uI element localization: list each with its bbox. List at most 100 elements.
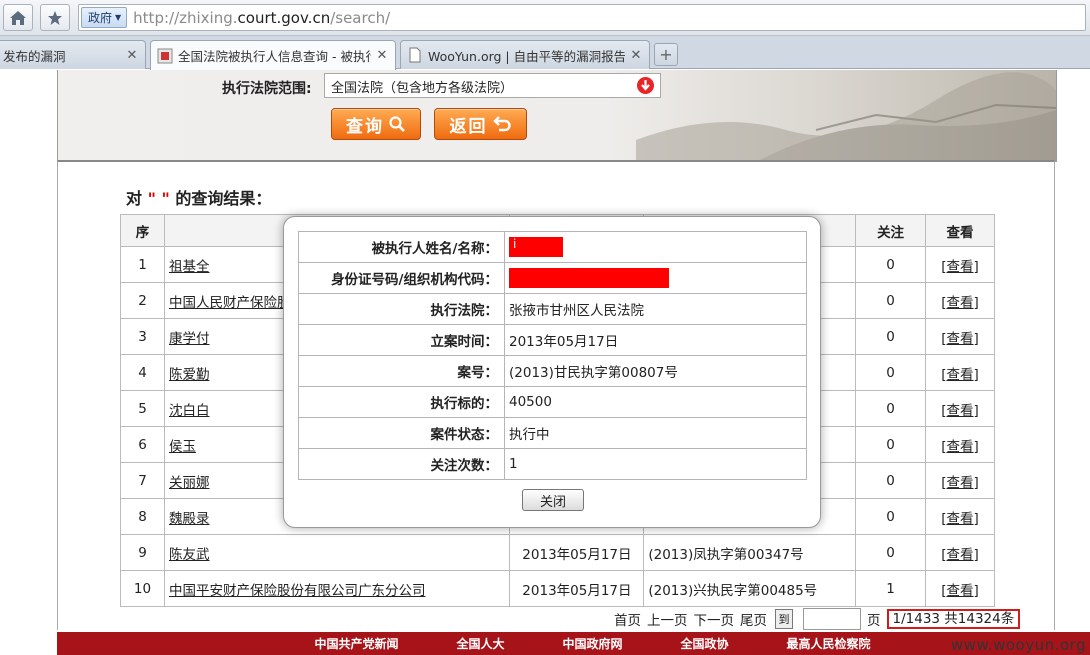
close-icon[interactable]: ✕ xyxy=(629,48,643,63)
close-icon[interactable]: ✕ xyxy=(125,48,139,63)
header-seq: 序 xyxy=(120,214,165,247)
cell-name: 陈友武 xyxy=(163,534,511,571)
great-wall-banner-image xyxy=(636,72,1056,162)
detail-key: 立案时间： xyxy=(298,324,505,356)
footer-link[interactable]: 中国政府网 xyxy=(524,635,622,652)
browser-toolbar: 政府 ▼ http://zhixing.court.gov.cn/search/ xyxy=(0,0,1090,36)
court-scope-select[interactable]: 全国法院（包含地方各级法院） xyxy=(324,73,661,98)
name-link[interactable]: 沈白白 xyxy=(169,403,210,419)
tab-court-search[interactable]: 全国法院被执行人信息查询 - 被执行人 ✕ xyxy=(150,40,396,70)
footer-link[interactable]: 全国人大 xyxy=(418,635,504,652)
url-prefix: http://zhixing. xyxy=(133,8,238,27)
redacted-value: i xyxy=(509,237,563,257)
results-heading-prefix: 对 xyxy=(126,189,143,208)
cell-seq: 8 xyxy=(120,498,165,535)
detail-row: 关注次数： 1 xyxy=(298,448,807,480)
close-dialog-button[interactable]: 关闭 xyxy=(522,489,584,511)
cell-follow: 0 xyxy=(855,282,927,319)
view-link[interactable]: [查看] xyxy=(941,511,979,527)
name-link[interactable]: 陈爱勤 xyxy=(169,367,210,383)
cell-seq: 1 xyxy=(120,246,165,283)
name-link[interactable]: 中国人民财产保险股 xyxy=(169,295,291,311)
court-scope-value: 全国法院（包含地方各级法院） xyxy=(331,81,514,96)
detail-value: 2013年05月17日 xyxy=(504,324,807,356)
detail-key: 执行法院： xyxy=(298,293,505,325)
detail-value: (2013)甘民执字第00807号 xyxy=(504,355,807,387)
name-link[interactable]: 康学付 xyxy=(169,331,210,347)
detail-table: 被执行人姓名/名称： i 身份证号码/组织机构代码： 执行法院： 张掖市甘州区人民法院立… xyxy=(298,231,807,480)
name-link[interactable]: 陈友武 xyxy=(169,547,210,563)
return-arrow-icon xyxy=(492,116,511,132)
cell-view: [查看] xyxy=(925,390,995,427)
name-link[interactable]: 中国平安财产保险股份有限公司广东分公司 xyxy=(169,583,426,599)
bookmark-button[interactable] xyxy=(40,4,70,31)
tab-title: 全国法院被执行人信息查询 - 被执行人 xyxy=(178,49,371,64)
close-icon[interactable]: ✕ xyxy=(375,48,389,63)
tab-wooyun[interactable]: WooYun.org | 自由平等的漏洞报告平 ✕ xyxy=(400,40,650,69)
pager-prev[interactable]: 上一页 xyxy=(647,609,688,629)
view-link[interactable]: [查看] xyxy=(941,547,979,563)
detail-value xyxy=(504,262,807,294)
detail-row: 立案时间： 2013年05月17日 xyxy=(298,324,807,356)
cell-follow: 0 xyxy=(855,318,927,355)
view-link[interactable]: [查看] xyxy=(941,403,979,419)
back-button-label: 返回 xyxy=(449,116,488,137)
detail-row: 身份证号码/组织机构代码： xyxy=(298,262,807,294)
pager-next[interactable]: 下一页 xyxy=(694,609,735,629)
back-button[interactable]: 返回 xyxy=(434,108,527,140)
footer-link[interactable]: 最高人民检察院 xyxy=(749,635,871,652)
view-link[interactable]: [查看] xyxy=(941,475,979,491)
header-view: 查看 xyxy=(925,214,995,247)
query-button[interactable]: 查询 xyxy=(331,108,421,140)
address-bar[interactable]: 政府 ▼ http://zhixing.court.gov.cn/search/ xyxy=(78,4,1086,31)
name-link[interactable]: 侯玉 xyxy=(169,439,196,455)
view-link[interactable]: [查看] xyxy=(941,331,979,347)
cell-case: (2013)兴执民字第00485号 xyxy=(643,570,857,607)
header-follow: 关注 xyxy=(855,214,927,247)
cell-seq: 3 xyxy=(120,318,165,355)
view-link[interactable]: [查看] xyxy=(941,367,979,383)
page-number-input[interactable] xyxy=(803,608,861,630)
footer-link[interactable]: 中国共产党新闻 xyxy=(276,635,398,652)
pager-go-button[interactable]: 到 xyxy=(775,609,793,629)
name-link[interactable]: 魏殿录 xyxy=(169,511,210,527)
view-link[interactable]: [查看] xyxy=(941,259,979,275)
pager-first[interactable]: 首页 xyxy=(614,609,641,629)
footer-links: 中国共产党新闻 全国人大 中国政府网 全国政协 最高人民检察院 xyxy=(57,632,1090,655)
name-link[interactable]: 祖基全 xyxy=(169,259,210,275)
detail-value: 执行中 xyxy=(504,417,807,449)
cell-view: [查看] xyxy=(925,462,995,499)
view-link[interactable]: [查看] xyxy=(941,439,979,455)
new-tab-button[interactable]: + xyxy=(654,43,678,66)
detail-key: 执行标的： xyxy=(298,386,505,418)
tab-vulnerabilities[interactable]: 发布的漏洞 ✕ xyxy=(0,40,146,69)
view-link[interactable]: [查看] xyxy=(941,583,979,599)
dropdown-arrow-icon[interactable] xyxy=(637,77,654,94)
star-icon xyxy=(48,10,62,25)
site-category-label: 政府 xyxy=(88,11,113,25)
detail-row: 执行标的： 40500 xyxy=(298,386,807,418)
chevron-down-icon: ▼ xyxy=(115,13,122,22)
tab-title: 发布的漏洞 xyxy=(3,48,66,64)
cell-seq: 6 xyxy=(120,426,165,463)
cell-view: [查看] xyxy=(925,426,995,463)
url-text[interactable]: http://zhixing.court.gov.cn/search/ xyxy=(133,9,390,27)
detail-row: 案号： (2013)甘民执字第00807号 xyxy=(298,355,807,387)
search-icon xyxy=(389,116,405,132)
results-heading-query: " " xyxy=(147,189,170,208)
court-scope-label: 执行法院范围: xyxy=(222,81,312,97)
results-heading-suffix: 的查询结果： xyxy=(175,189,272,208)
detail-row: 被执行人姓名/名称： i xyxy=(298,231,807,263)
results-heading: 对 " " 的查询结果： xyxy=(126,185,271,209)
name-link[interactable]: 关丽娜 xyxy=(169,475,210,491)
view-link[interactable]: [查看] xyxy=(941,295,979,311)
cell-view: [查看] xyxy=(925,354,995,391)
footer-link[interactable]: 全国政协 xyxy=(643,635,729,652)
detail-key: 案件状态： xyxy=(298,417,505,449)
site-category-tag[interactable]: 政府 ▼ xyxy=(81,7,128,28)
cell-date: 2013年05月17日 xyxy=(509,570,645,607)
pager-last[interactable]: 尾页 xyxy=(740,609,767,629)
detail-key: 关注次数： xyxy=(298,448,505,480)
cell-follow: 0 xyxy=(855,246,927,283)
home-button[interactable] xyxy=(3,4,33,31)
